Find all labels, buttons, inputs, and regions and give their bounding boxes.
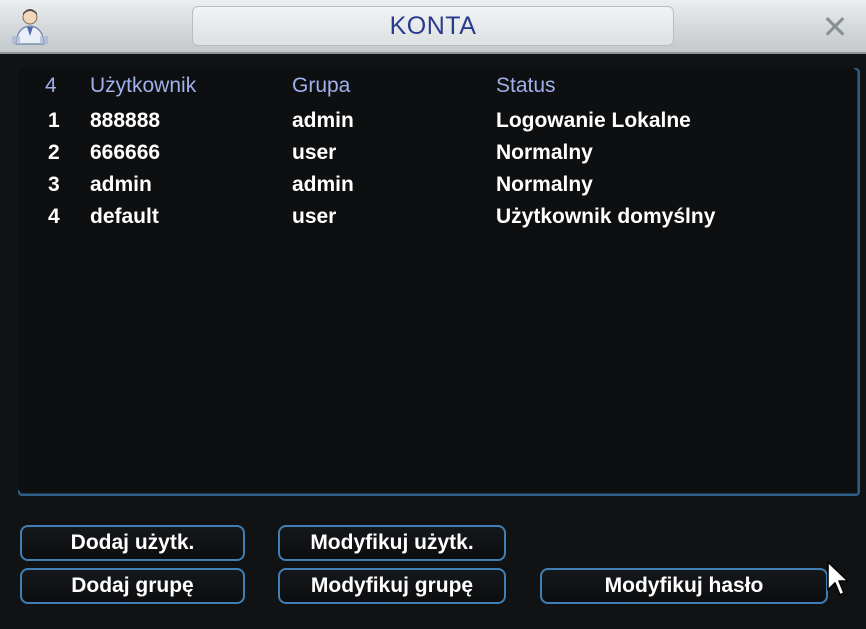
modify-password-button[interactable]: Modyfikuj hasło <box>540 568 828 604</box>
header-count: 4 <box>45 74 57 97</box>
add-user-button[interactable]: Dodaj użytk. <box>20 525 245 561</box>
header-status[interactable]: Status <box>496 74 556 98</box>
row-group: user <box>292 205 337 228</box>
mouse-pointer-icon <box>827 561 849 596</box>
modify-user-button[interactable]: Modyfikuj użytk. <box>278 525 506 561</box>
row-number: 4 <box>48 205 60 228</box>
header-user[interactable]: Użytkownik <box>90 74 196 98</box>
row-group: admin <box>292 173 354 196</box>
row-status: Użytkownik domyślny <box>496 205 716 228</box>
row-status: Normalny <box>496 141 593 164</box>
row-status: Normalny <box>496 173 593 196</box>
header-group[interactable]: Grupa <box>292 74 350 98</box>
row-user: 666666 <box>90 141 161 164</box>
modify-group-button[interactable]: Modyfikuj grupę <box>278 568 506 604</box>
row-number: 2 <box>48 141 60 164</box>
window-title: KONTA <box>389 12 477 40</box>
close-icon[interactable]: ✕ <box>816 8 854 46</box>
row-status: Logowanie Lokalne <box>496 109 691 132</box>
add-group-button[interactable]: Dodaj grupę <box>20 568 245 604</box>
row-user: default <box>90 205 159 228</box>
row-number: 3 <box>48 173 60 196</box>
row-user: 888888 <box>90 109 161 132</box>
row-group: admin <box>292 109 354 132</box>
row-user: admin <box>90 173 152 196</box>
row-group: user <box>292 141 337 164</box>
row-number: 1 <box>48 109 60 132</box>
